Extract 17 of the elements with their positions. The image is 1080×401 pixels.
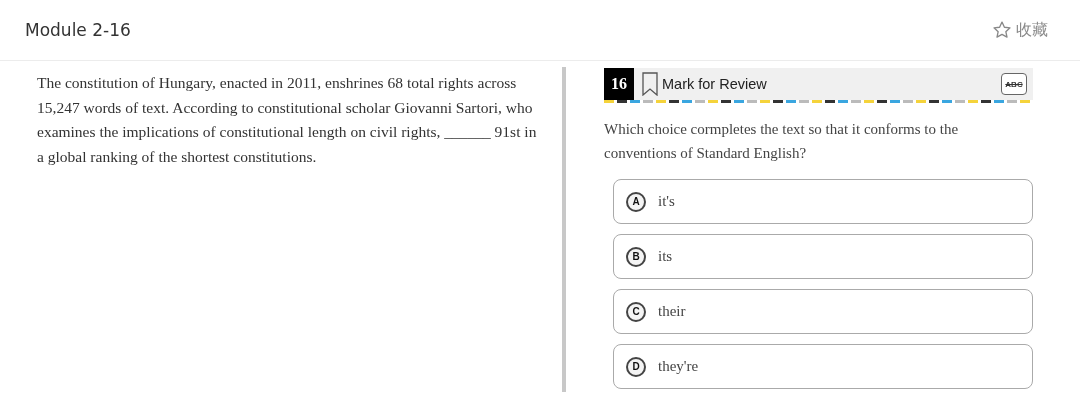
question-prompt: Which choice cormpletes the text so that it conforms to the conventions of Standard English? — [604, 120, 960, 163]
answer-option[interactable]: B its — [613, 234, 1033, 279]
answer-option[interactable]: A it's — [613, 179, 1033, 224]
answer-option[interactable]: C their — [613, 289, 1033, 334]
mark-for-review-button[interactable]: Mark for Review — [634, 68, 767, 100]
question-number: 16 — [604, 68, 634, 100]
option-letter: B — [626, 246, 646, 267]
option-letter: C — [626, 301, 646, 322]
answer-option[interactable]: D they're — [613, 344, 1033, 389]
answer-eliminator-button[interactable]: ABC — [1001, 73, 1027, 95]
star-icon — [992, 20, 1012, 40]
favorite-button[interactable]: 收藏 — [992, 19, 1048, 41]
passage-text: The constitution of Hungary, enacted in 2011, enshrines 68 total rights across 15,247 words of text. According to constitutional scholar Giovanni Sartori, who examines the implications of constitutional length on civil rights, ______ 91st in a global ranking of the shortest constitutions. — [37, 73, 538, 167]
module-title: Module 2-16 — [25, 20, 131, 40]
bookmark-icon — [642, 72, 658, 96]
option-letter: D — [626, 356, 646, 377]
option-letter: A — [626, 191, 646, 212]
